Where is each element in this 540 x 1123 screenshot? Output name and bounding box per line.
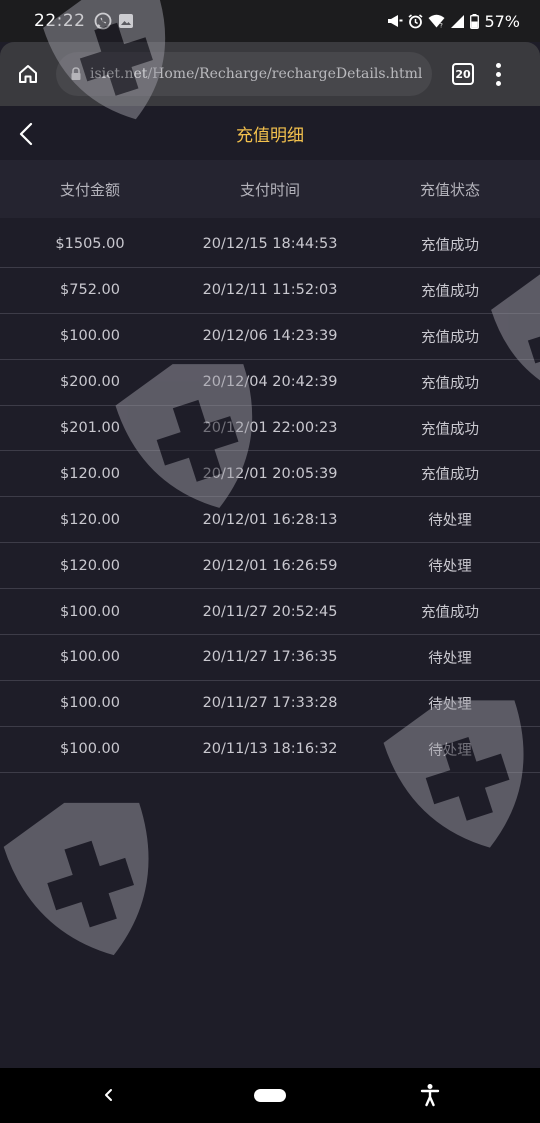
screen: 22:22 ? 57% isiet.net /Home/Recharge/rec… <box>0 0 540 1123</box>
status-right: ? 57% <box>387 12 520 31</box>
shield-watermark-icon <box>3 802 149 956</box>
cell-status: 待处理 <box>428 513 472 530</box>
browser-toolbar: isiet.net/Home/Recharge/rechargeDetails.… <box>0 42 540 106</box>
cell-status: 待处理 <box>428 742 472 759</box>
cell-time: 20/11/27 20:52:45 <box>202 603 338 620</box>
cell-status: 充值成功 <box>421 605 479 622</box>
nav-home-pill[interactable] <box>254 1089 286 1102</box>
whatsapp-icon <box>94 12 111 30</box>
battery-percent: 57% <box>484 11 520 31</box>
cell-status: 待处理 <box>428 696 472 713</box>
accessibility-icon[interactable] <box>420 1083 440 1107</box>
cell-status: 充值成功 <box>421 467 479 484</box>
cell-time: 20/12/11 11:52:03 <box>202 282 338 299</box>
cell-time: 20/11/27 17:33:28 <box>202 695 338 712</box>
address-bar[interactable]: isiet.net/Home/Recharge/rechargeDetails.… <box>56 52 432 96</box>
cell-time: 20/11/27 17:36:35 <box>202 649 338 666</box>
status-bar: 22:22 ? 57% <box>0 0 540 42</box>
cell-time: 20/12/01 22:00:23 <box>202 420 338 436</box>
table-row: $120.00 20/12/01 16:28:13 待处理 <box>0 497 540 544</box>
table-row: $120.00 20/12/01 20:05:39 充值成功 <box>0 451 540 498</box>
lock-icon <box>70 67 82 81</box>
cell-time: 20/12/01 16:26:59 <box>202 557 338 574</box>
cell-amount: $100.00 <box>60 649 120 666</box>
table-row: $100.00 20/11/27 20:52:45 充值成功 <box>0 589 540 636</box>
cell-amount: $752.00 <box>60 282 120 299</box>
cell-amount: $120.00 <box>60 511 120 528</box>
megaphone-icon <box>388 15 403 27</box>
table-row: $752.00 20/12/11 11:52:03 充值成功 <box>0 268 540 314</box>
cell-status: 充值成功 <box>421 329 479 346</box>
table-body: $1505.00 20/12/15 18:44:53 充值成功 $752.00 … <box>0 222 540 773</box>
table-row: $201.00 20/12/01 22:00:23 充值成功 <box>0 406 540 452</box>
url-path: /Home/Recharge/rechargeDetails.html <box>147 66 423 82</box>
tab-switcher-button[interactable]: 20 <box>452 63 474 85</box>
back-button[interactable] <box>16 120 38 148</box>
cell-time: 20/12/04 20:42:39 <box>202 374 338 391</box>
battery-icon <box>470 13 480 29</box>
cell-time: 20/12/01 20:05:39 <box>202 465 338 482</box>
page-header: 充值明细 <box>0 106 540 160</box>
signal-icon <box>451 14 465 28</box>
cell-time: 20/11/13 18:16:32 <box>202 741 338 758</box>
nav-back-icon[interactable] <box>102 1087 116 1103</box>
table-row: $100.00 20/12/06 14:23:39 充值成功 <box>0 314 540 360</box>
cell-amount: $100.00 <box>60 603 120 620</box>
url-host: isiet.net <box>90 66 148 82</box>
cell-time: 20/12/01 16:28:13 <box>202 511 338 528</box>
home-icon <box>19 65 37 83</box>
cell-amount: $201.00 <box>60 420 120 436</box>
system-nav-bar <box>0 1068 540 1123</box>
status-left-icons <box>94 12 134 30</box>
cell-status: 充值成功 <box>421 283 479 300</box>
column-header-amount: 支付金额 <box>59 180 120 199</box>
cell-status: 待处理 <box>428 650 472 667</box>
table-row: $100.00 20/11/27 17:36:35 待处理 <box>0 635 540 681</box>
page-title: 充值明细 <box>236 125 304 146</box>
status-time: 22:22 <box>34 11 86 31</box>
table-header: 支付金额 支付时间 充值状态 <box>0 160 540 218</box>
cell-time: 20/12/06 14:23:39 <box>202 328 338 345</box>
alarm-icon <box>408 13 423 28</box>
image-icon <box>118 14 133 28</box>
cell-amount: $1505.00 <box>55 236 125 253</box>
cell-amount: $120.00 <box>60 557 120 574</box>
table-row: $120.00 20/12/01 16:26:59 待处理 <box>0 543 540 590</box>
menu-dot-icon <box>496 71 501 77</box>
column-header-time: 支付时间 <box>239 180 300 199</box>
menu-dot-icon <box>496 62 501 68</box>
tab-count: 20 <box>455 67 471 81</box>
cell-amount: $200.00 <box>60 374 120 391</box>
cell-status: 充值成功 <box>421 421 479 438</box>
table-row: $1505.00 20/12/15 18:44:53 充值成功 <box>0 222 540 268</box>
table-row: $200.00 20/12/04 20:42:39 充值成功 <box>0 360 540 406</box>
cell-status: 充值成功 <box>421 237 479 254</box>
svg-text:?: ? <box>440 23 443 29</box>
cell-status: 待处理 <box>428 559 472 576</box>
wifi-icon: ? <box>428 14 445 28</box>
cell-amount: $120.00 <box>60 465 120 482</box>
cell-amount: $100.00 <box>60 695 120 712</box>
chevron-left-icon <box>19 122 33 146</box>
menu-dot-icon <box>496 80 501 86</box>
table-row: $100.00 20/11/27 17:33:28 待处理 <box>0 681 540 727</box>
browser-home-button[interactable] <box>14 60 42 88</box>
column-header-status: 充值状态 <box>419 180 480 199</box>
cell-time: 20/12/15 18:44:53 <box>202 236 338 253</box>
cell-status: 充值成功 <box>421 375 479 392</box>
cell-amount: $100.00 <box>60 328 120 345</box>
cell-amount: $100.00 <box>60 741 120 758</box>
table-row: $100.00 20/11/13 18:16:32 待处理 <box>0 727 540 773</box>
browser-menu-button[interactable] <box>496 62 501 86</box>
